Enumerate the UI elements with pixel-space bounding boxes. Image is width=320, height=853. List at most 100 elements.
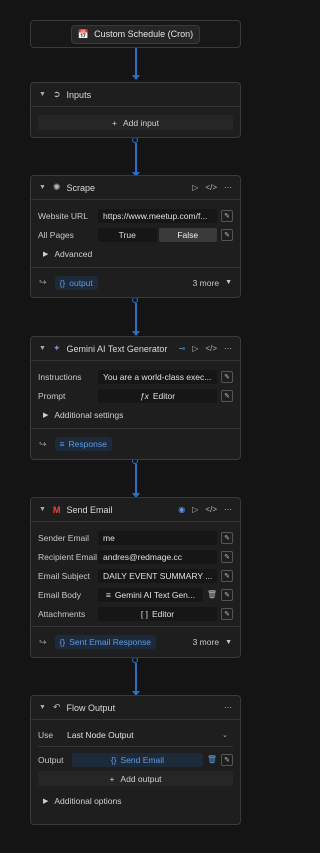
more-icon[interactable]: ⋯ <box>224 183 232 192</box>
node-title: Inputs <box>66 89 92 100</box>
node-title: Flow Output <box>66 702 116 713</box>
output-tag[interactable]: ≡ Response <box>54 437 112 451</box>
add-input-button[interactable]: + Add input <box>38 115 233 130</box>
use-select[interactable]: Last Node Output ⌄ <box>62 728 233 742</box>
output-select-value: Send Email <box>120 754 164 765</box>
advanced-label: Advanced <box>54 248 93 259</box>
plus-icon: + <box>109 773 115 784</box>
toggle-false[interactable]: False <box>158 227 217 242</box>
code-icon[interactable]: </> <box>205 183 217 192</box>
more-outputs[interactable]: 3 more ▼ <box>193 278 232 288</box>
edit-icon[interactable]: ✎ <box>221 370 233 383</box>
subject-input[interactable]: DAILY EVENT SUMMARY ... <box>98 568 217 583</box>
chevron-down-icon[interactable]: ▼ <box>39 184 47 191</box>
key-icon[interactable]: ⊸ <box>179 344 186 353</box>
inputs-icon: ➲ <box>53 89 61 99</box>
additional-settings-expander[interactable]: ▶ Additional settings <box>38 405 233 424</box>
add-input-label: Add input <box>123 117 159 128</box>
edit-icon[interactable]: ✎ <box>221 607 233 620</box>
edit-icon[interactable]: ✎ <box>221 753 233 766</box>
field-label: Prompt <box>38 390 66 401</box>
text-lines-icon: ≡ <box>105 589 111 600</box>
field-label: Output <box>38 754 64 765</box>
return-icon: ↪ <box>39 636 47 647</box>
chevron-down-icon: ▼ <box>225 279 232 286</box>
instructions-input[interactable]: You are a world-class exec... <box>98 369 217 384</box>
brackets-icon: [ ] <box>140 608 148 619</box>
chevron-down-icon[interactable]: ▼ <box>39 704 47 711</box>
body-input-label: Gemini AI Text Gen... <box>114 589 195 600</box>
return-icon: ↪ <box>39 438 47 449</box>
sparkle-icon: ✦ <box>53 343 61 353</box>
add-output-label: Add output <box>120 773 162 784</box>
additional-settings-label: Additional settings <box>54 409 124 420</box>
prompt-editor-label: Editor <box>152 390 176 401</box>
chevron-down-icon[interactable]: ▼ <box>39 345 47 352</box>
output-tag-label: output <box>69 277 93 288</box>
inputs-node[interactable]: ▼ ➲ Inputs + Add input <box>30 82 241 138</box>
more-icon[interactable]: ⋯ <box>224 703 232 712</box>
play-icon[interactable]: ▷ <box>192 344 198 353</box>
field-label: Use <box>38 730 54 740</box>
edit-icon[interactable]: ✎ <box>221 550 233 563</box>
connector-line <box>135 663 137 692</box>
sender-input[interactable]: me <box>98 530 217 545</box>
trash-icon[interactable]: 🗑 <box>207 755 217 764</box>
gemini-node[interactable]: ▼ ✦ Gemini AI Text Generator ⊸ ▷ </> ⋯ I… <box>30 336 241 460</box>
code-icon[interactable]: </> <box>205 344 217 353</box>
exit-icon: ↶ <box>53 702 61 712</box>
more-label: 3 more <box>192 277 220 288</box>
field-label: Instructions <box>38 371 82 382</box>
code-icon[interactable]: </> <box>205 505 217 514</box>
scrape-node[interactable]: ▼ ✺ Scrape ▷ </> ⋯ Website URL https://w… <box>30 175 241 298</box>
trigger-pill[interactable]: 📅 Custom Schedule (Cron) <box>70 24 201 44</box>
allpages-toggle[interactable]: True False <box>98 227 217 242</box>
bug-icon: ✺ <box>53 182 61 192</box>
advanced-expander[interactable]: ▶ Advanced <box>38 244 233 263</box>
edit-icon[interactable]: ✎ <box>221 389 233 402</box>
flow-output-node[interactable]: ▼ ↶ Flow Output ⋯ Use Last Node Output ⌄… <box>30 695 241 825</box>
more-icon[interactable]: ⋯ <box>224 344 232 353</box>
node-title: Send Email <box>66 504 113 515</box>
trigger-node[interactable]: 📅 Custom Schedule (Cron) <box>30 20 241 48</box>
connector-line <box>135 48 137 76</box>
edit-icon[interactable]: ✎ <box>221 209 233 222</box>
body-input[interactable]: ≡ Gemini AI Text Gen... <box>98 587 203 602</box>
chevron-down-icon[interactable]: ▼ <box>39 506 47 513</box>
more-outputs[interactable]: 3 more ▼ <box>193 637 232 647</box>
output-tag[interactable]: {} Sent Email Response <box>54 635 156 649</box>
field-label: Recipient Email <box>38 551 98 562</box>
toggle-true[interactable]: True <box>98 227 157 242</box>
chevron-down-icon[interactable]: ▼ <box>39 91 47 98</box>
return-icon: ↪ <box>39 277 47 287</box>
url-input[interactable]: https://www.meetup.com/f... <box>98 208 217 223</box>
edit-icon[interactable]: ✎ <box>221 531 233 544</box>
attachments-editor[interactable]: [ ] Editor <box>98 606 217 621</box>
play-icon[interactable]: ▷ <box>192 505 198 514</box>
recipient-input[interactable]: andres@redmage.cc <box>98 549 217 564</box>
function-icon: ƒx <box>139 390 149 401</box>
trash-icon[interactable]: 🗑 <box>207 590 217 599</box>
more-icon[interactable]: ⋯ <box>224 505 232 514</box>
chevron-right-icon: ▶ <box>43 411 49 419</box>
output-tag-label: Sent Email Response <box>69 637 151 647</box>
fingerprint-icon[interactable]: ◉ <box>178 505 185 514</box>
node-title: Gemini AI Text Generator <box>66 343 168 354</box>
trigger-label: Custom Schedule (Cron) <box>94 29 194 39</box>
chevron-right-icon: ▶ <box>43 797 49 805</box>
connector-line <box>135 143 137 173</box>
send-email-node[interactable]: ▼ M Send Email ◉ ▷ </> ⋯ Sender Email me… <box>30 497 241 658</box>
attachments-editor-label: Editor <box>151 608 175 619</box>
output-tag[interactable]: {} output <box>54 275 98 290</box>
additional-options-expander[interactable]: ▶ Additional options <box>38 791 233 810</box>
edit-icon[interactable]: ✎ <box>221 228 233 241</box>
field-label: Email Subject <box>38 570 90 581</box>
edit-icon[interactable]: ✎ <box>221 569 233 582</box>
output-select[interactable]: {} Send Email <box>72 752 203 767</box>
play-icon[interactable]: ▷ <box>192 183 198 192</box>
edit-icon[interactable]: ✎ <box>221 588 233 601</box>
plus-icon: + <box>112 117 118 128</box>
add-output-button[interactable]: + Add output <box>38 771 233 786</box>
calendar-icon: 📅 <box>77 28 90 39</box>
prompt-editor[interactable]: ƒx Editor <box>98 388 217 403</box>
